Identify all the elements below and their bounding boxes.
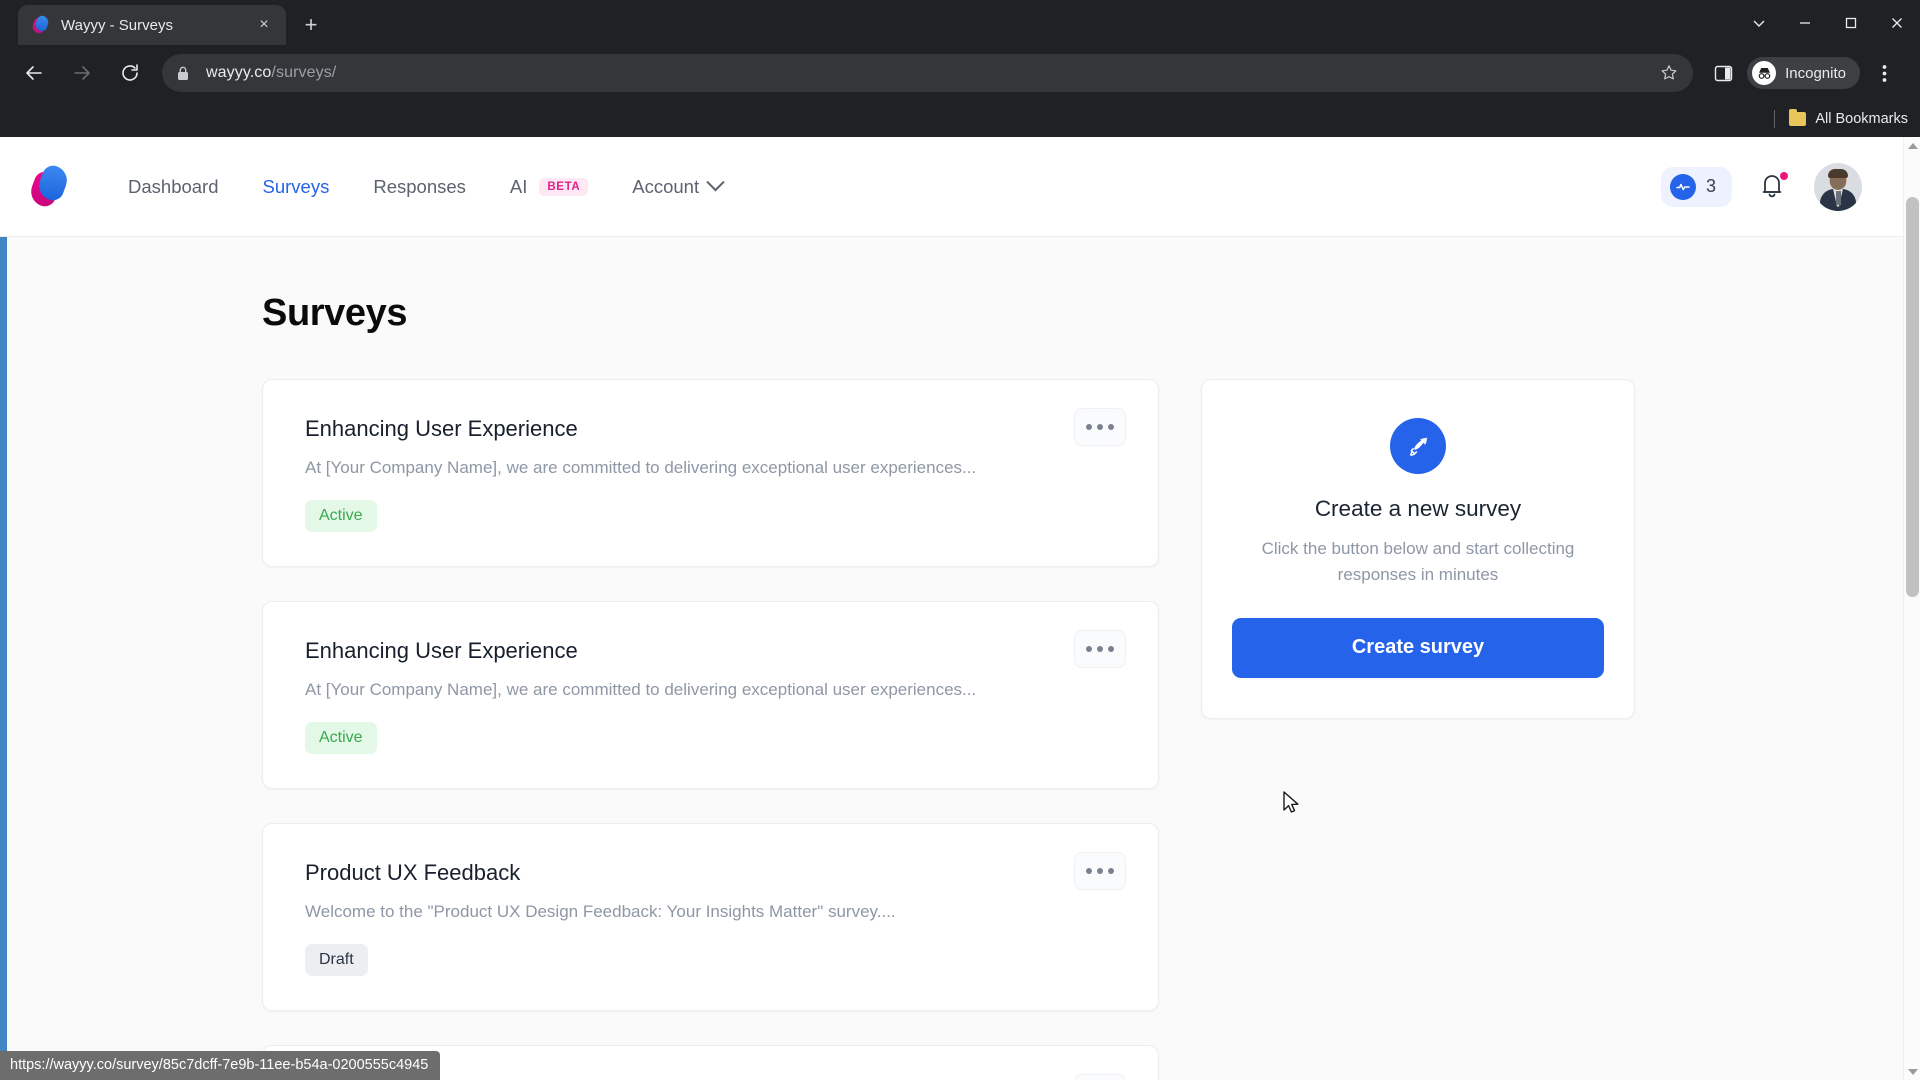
- page-title: Surveys: [262, 292, 408, 334]
- browser-window: Wayyy - Surveys × + wayyy.co/surveys/ In…: [0, 0, 1920, 1080]
- chevron-down-icon: [706, 173, 725, 192]
- page-content: Surveys Enhancing User Experience At [Yo…: [0, 237, 1920, 1080]
- forward-button[interactable]: [62, 53, 102, 93]
- chrome-menu-icon[interactable]: [1864, 53, 1904, 93]
- window-controls: [1736, 0, 1920, 45]
- mouse-cursor: [1283, 791, 1299, 813]
- profile-incognito-button[interactable]: Incognito: [1747, 57, 1860, 89]
- avatar[interactable]: [1814, 162, 1862, 211]
- nav-item-responses[interactable]: Responses: [351, 166, 488, 208]
- bookmark-star-icon[interactable]: [1655, 59, 1683, 87]
- survey-title: Enhancing User Experience: [305, 638, 578, 663]
- kebab-menu-icon[interactable]: [1074, 852, 1126, 890]
- chevron-down-icon[interactable]: [1736, 0, 1782, 45]
- kebab-menu-icon[interactable]: [1074, 1074, 1126, 1080]
- survey-list: Enhancing User Experience At [Your Compa…: [262, 379, 1159, 1080]
- minimize-icon[interactable]: [1782, 0, 1828, 45]
- reload-button[interactable]: [110, 53, 150, 93]
- rocket-icon: [1390, 418, 1446, 474]
- browser-toolbar: wayyy.co/surveys/ Incognito: [0, 45, 1920, 101]
- nav-item-dashboard[interactable]: Dashboard: [106, 166, 241, 208]
- tab-strip: Wayyy - Surveys × +: [0, 0, 1920, 45]
- kebab-menu-icon[interactable]: [1074, 630, 1126, 668]
- lock-icon: [176, 65, 194, 81]
- all-bookmarks-label: All Bookmarks: [1815, 111, 1908, 127]
- survey-title: Enhancing User Experience: [305, 416, 578, 441]
- notifications-button[interactable]: [1758, 169, 1790, 203]
- tab-title: Wayyy - Surveys: [61, 16, 173, 34]
- bookmarks-bar: All Bookmarks: [0, 101, 1920, 137]
- create-survey-title: Create a new survey: [1314, 496, 1522, 521]
- nav-item-surveys[interactable]: Surveys: [241, 166, 352, 208]
- url-path: /surveys/: [271, 64, 337, 81]
- nav-account-label: Account: [632, 175, 700, 197]
- wayyy-logo[interactable]: [26, 162, 72, 209]
- activity-pulse-icon: [1669, 173, 1696, 200]
- focus-outline-edge: [0, 237, 7, 1080]
- create-survey-card: Create a new survey Click the button bel…: [1201, 379, 1635, 719]
- survey-description: Welcome to the "Product UX Design Feedba…: [305, 902, 896, 921]
- header-right-controls: 3: [1660, 162, 1862, 211]
- scrollbar-thumb[interactable]: [1906, 197, 1919, 597]
- address-bar[interactable]: wayyy.co/surveys/: [162, 54, 1694, 92]
- survey-card[interactable]: Product UX Feedback Welcome to the "Prod…: [262, 823, 1159, 1011]
- status-bar-url: https://wayyy.co/survey/85c7dcff-7e9b-11…: [0, 1051, 441, 1080]
- create-survey-button[interactable]: Create survey: [1232, 617, 1604, 678]
- back-button[interactable]: [14, 53, 54, 93]
- survey-description: At [Your Company Name], we are committed…: [305, 680, 977, 699]
- divider: [1774, 110, 1776, 128]
- nav-item-account[interactable]: Account: [610, 166, 744, 208]
- close-tab-icon[interactable]: ×: [252, 13, 276, 37]
- content-columns: Enhancing User Experience At [Your Compa…: [262, 379, 1920, 1080]
- main-navigation: Dashboard Surveys Responses AI BETA Acco…: [106, 166, 744, 208]
- side-panel-icon[interactable]: [1703, 53, 1743, 93]
- browser-tab[interactable]: Wayyy - Surveys ×: [18, 5, 286, 45]
- credits-count: 3: [1705, 176, 1716, 196]
- folder-icon: [1789, 109, 1807, 126]
- profile-label: Incognito: [1785, 64, 1846, 82]
- page-scrollbar[interactable]: [1903, 137, 1920, 1080]
- survey-card[interactable]: Enhancing User Experience At [Your Compa…: [262, 379, 1159, 567]
- scroll-up-icon[interactable]: [1904, 137, 1920, 154]
- toolbar-right: Incognito: [1703, 53, 1910, 93]
- site-header: Dashboard Surveys Responses AI BETA Acco…: [0, 137, 1920, 237]
- new-tab-button[interactable]: +: [294, 8, 328, 42]
- survey-card[interactable]: Enhancing User Experience At [Your Compa…: [262, 601, 1159, 789]
- status-badge: Active: [305, 500, 377, 532]
- all-bookmarks-button[interactable]: All Bookmarks: [1789, 109, 1908, 127]
- survey-description: At [Your Company Name], we are committed…: [305, 458, 977, 477]
- page-viewport: Dashboard Surveys Responses AI BETA Acco…: [0, 137, 1920, 1080]
- create-survey-panel: Create a new survey Click the button bel…: [1201, 379, 1635, 1080]
- url-text: wayyy.co/surveys/: [206, 64, 336, 82]
- status-badge: Draft: [305, 944, 368, 976]
- close-icon[interactable]: [1874, 0, 1920, 45]
- maximize-icon[interactable]: [1828, 0, 1874, 45]
- credits-badge[interactable]: 3: [1660, 166, 1732, 207]
- nav-ai-label: AI: [509, 175, 528, 197]
- survey-title: Product UX Feedback: [305, 860, 521, 885]
- scroll-down-icon[interactable]: [1904, 1063, 1920, 1080]
- nav-item-ai[interactable]: AI BETA: [488, 166, 610, 208]
- status-badge: Active: [305, 722, 377, 754]
- url-domain: wayyy.co: [206, 64, 272, 81]
- wayyy-logo-icon: [30, 14, 51, 35]
- beta-badge: BETA: [539, 177, 589, 196]
- kebab-menu-icon[interactable]: [1074, 408, 1126, 446]
- create-survey-subtitle: Click the button below and start collect…: [1261, 539, 1575, 584]
- incognito-icon: [1752, 61, 1777, 85]
- notification-unread-dot: [1778, 169, 1790, 182]
